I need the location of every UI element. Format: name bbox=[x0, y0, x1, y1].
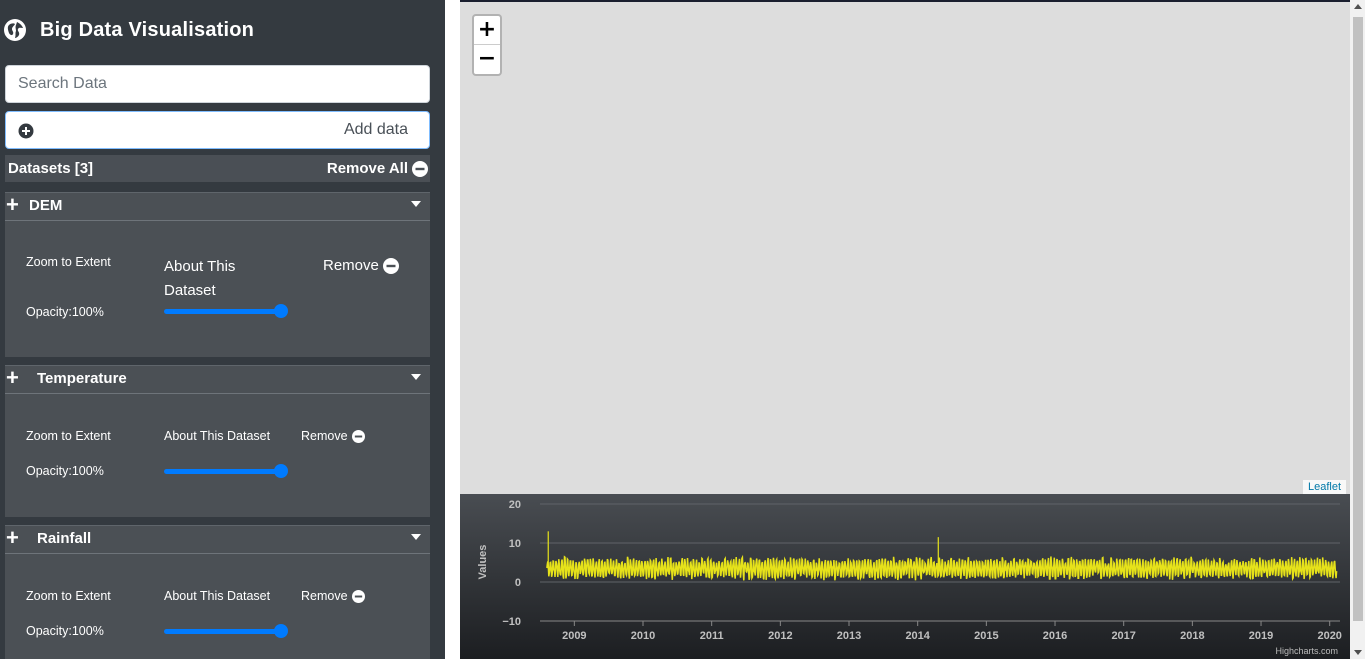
x-tick-label: 2018 bbox=[1180, 630, 1204, 642]
dataset-panel-header[interactable]: + Temperature bbox=[5, 366, 430, 394]
plus-icon[interactable]: + bbox=[6, 194, 19, 216]
add-data-label: Add data bbox=[343, 121, 408, 138]
opacity-label: Opacity:100% bbox=[26, 305, 104, 319]
y-tick-label: −10 bbox=[502, 616, 521, 628]
minus-circle-icon bbox=[351, 429, 365, 443]
zoom-in-button[interactable]: + bbox=[474, 16, 500, 45]
sidebar: Big Data Visualisation Add data Datasets… bbox=[0, 0, 445, 659]
leaflet-attribution-link[interactable]: Leaflet bbox=[1302, 480, 1346, 494]
y-tick-label: 0 bbox=[515, 577, 521, 589]
remove-label: Remove bbox=[301, 589, 348, 603]
search-input[interactable] bbox=[5, 65, 430, 103]
dataset-title: Rainfall bbox=[37, 530, 92, 547]
x-tick-label: 2011 bbox=[700, 630, 724, 642]
x-tick-label: 2013 bbox=[837, 630, 861, 642]
caret-down-icon[interactable] bbox=[411, 374, 421, 380]
remove-label: Remove bbox=[301, 429, 348, 443]
scrollbar-thumb[interactable] bbox=[1353, 17, 1363, 621]
datasets-count: Datasets [3] bbox=[8, 160, 94, 177]
zoom-to-extent-link[interactable]: Zoom to Extent bbox=[26, 429, 111, 443]
x-tick-label: 2019 bbox=[1249, 630, 1273, 642]
remove-dataset-button[interactable]: Remove bbox=[323, 257, 399, 274]
x-tick-label: 2015 bbox=[974, 630, 998, 642]
opacity-slider[interactable] bbox=[162, 623, 290, 639]
dataset-panel-header[interactable]: + Rainfall bbox=[5, 526, 430, 554]
x-tick-label: 2010 bbox=[631, 630, 655, 642]
dataset-panel-temperature: + Temperature Zoom to Extent About This … bbox=[5, 365, 430, 517]
minus-circle-icon bbox=[351, 589, 365, 603]
slider-track bbox=[164, 629, 284, 634]
remove-all-button[interactable]: Remove All bbox=[327, 160, 428, 177]
x-tick-label: 2012 bbox=[768, 630, 792, 642]
add-data-button[interactable]: Add data bbox=[5, 111, 430, 149]
highcharts-credit: Highcharts.com bbox=[1275, 646, 1338, 656]
series-line bbox=[546, 554, 1338, 582]
x-tick-label: 2016 bbox=[1043, 630, 1067, 642]
zoom-to-extent-link[interactable]: Zoom to Extent bbox=[26, 589, 111, 603]
dataset-title: Temperature bbox=[37, 370, 127, 387]
zoom-to-extent-link[interactable]: Zoom to Extent bbox=[26, 255, 111, 269]
x-tick-label: 2020 bbox=[1317, 630, 1341, 642]
globe-icon bbox=[4, 19, 26, 41]
y-tick-label: 10 bbox=[509, 538, 521, 550]
about-dataset-link[interactable]: About This Dataset bbox=[164, 589, 270, 603]
remove-all-label: Remove All bbox=[326, 160, 408, 177]
y-tick-label: 20 bbox=[509, 499, 521, 511]
opacity-slider[interactable] bbox=[162, 303, 290, 319]
brand[interactable]: Big Data Visualisation bbox=[4, 14, 254, 46]
about-dataset-link[interactable]: About This Dataset bbox=[164, 429, 270, 443]
dataset-panel-rainfall: + Rainfall Zoom to Extent About This Dat… bbox=[5, 525, 430, 659]
opacity-label: Opacity:100% bbox=[26, 624, 104, 638]
remove-dataset-button[interactable]: Remove bbox=[301, 589, 365, 603]
caret-down-icon[interactable] bbox=[411, 534, 421, 540]
plus-icon[interactable]: + bbox=[6, 527, 19, 549]
time-series-chart: 20 10 0 −10 Values 2009 2010 2011 2012 2013 2014 20… bbox=[460, 494, 1350, 659]
dataset-title: DEM bbox=[29, 197, 63, 214]
plus-circle-icon bbox=[18, 123, 34, 139]
minus-circle-icon bbox=[412, 160, 428, 177]
x-tick-label: 2009 bbox=[562, 630, 586, 642]
scroll-up-arrow-icon[interactable] bbox=[1354, 4, 1362, 9]
zoom-out-button[interactable]: − bbox=[474, 45, 500, 74]
app-title: Big Data Visualisation bbox=[40, 18, 255, 41]
slider-thumb[interactable] bbox=[274, 464, 288, 478]
plus-icon[interactable]: + bbox=[6, 367, 19, 389]
chart-svg: 20100−10Values2009 2010 2011 2012 2013 2014 20… bbox=[477, 499, 1342, 656]
dataset-panel-header[interactable]: + DEM bbox=[5, 193, 430, 221]
app-root: Big Data Visualisation Add data Datasets… bbox=[0, 0, 1365, 659]
slider-thumb[interactable] bbox=[274, 624, 288, 638]
scroll-down-arrow-icon[interactable] bbox=[1354, 650, 1362, 655]
about-dataset-link[interactable]: About This Dataset bbox=[164, 255, 264, 303]
datasets-header: Datasets [3] Remove All bbox=[5, 155, 430, 182]
slider-track bbox=[164, 469, 284, 474]
x-tick-label: 2014 bbox=[905, 630, 930, 642]
opacity-label: Opacity:100% bbox=[26, 464, 104, 478]
slider-thumb[interactable] bbox=[274, 304, 288, 318]
caret-down-icon[interactable] bbox=[411, 201, 421, 207]
opacity-slider[interactable] bbox=[162, 463, 290, 479]
slider-track bbox=[164, 309, 284, 314]
dataset-panel-dem: + DEM Zoom to Extent About This Dataset … bbox=[5, 192, 430, 357]
map-view[interactable]: + − Leaflet bbox=[460, 0, 1350, 494]
zoom-control: + − bbox=[472, 14, 502, 76]
divider bbox=[445, 0, 460, 659]
remove-label: Remove bbox=[323, 257, 379, 274]
minus-circle-icon bbox=[382, 257, 399, 274]
y-axis-label: Values bbox=[477, 545, 489, 580]
x-tick-label: 2017 bbox=[1111, 630, 1135, 642]
remove-dataset-button[interactable]: Remove bbox=[301, 429, 365, 443]
page-scrollbar[interactable] bbox=[1350, 0, 1365, 659]
